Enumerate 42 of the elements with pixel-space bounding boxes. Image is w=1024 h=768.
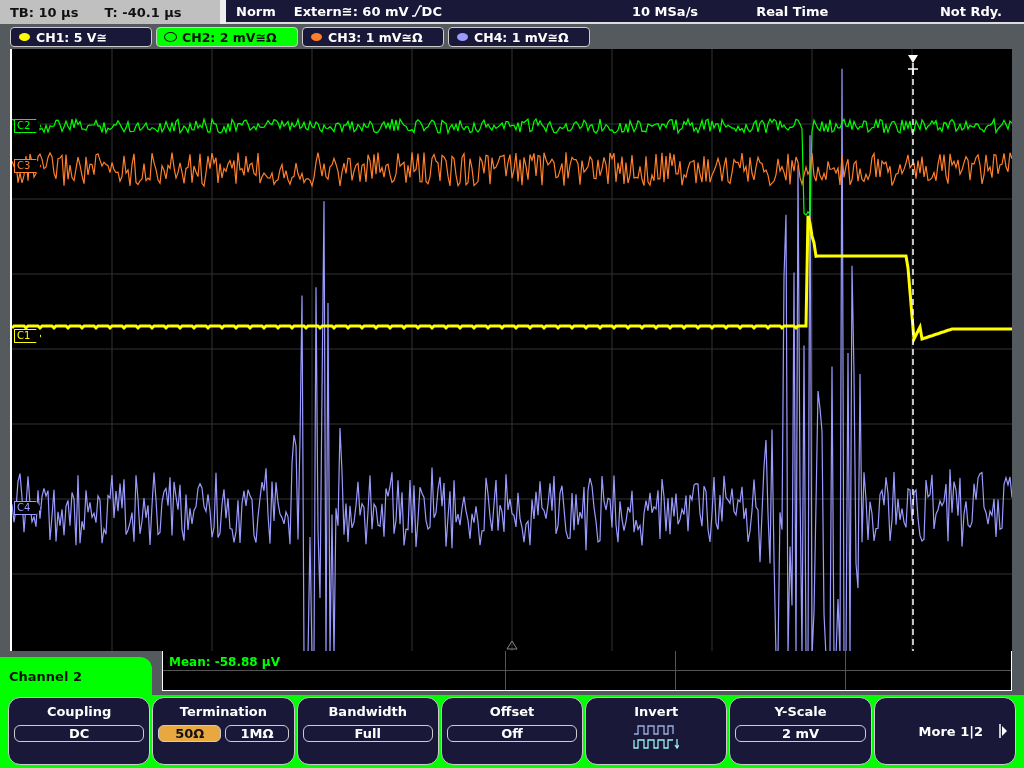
softkey-title: Offset xyxy=(489,704,535,719)
rising-edge-icon xyxy=(411,5,422,17)
channel-marker[interactable]: C4 xyxy=(14,501,42,515)
softkey-title: Coupling xyxy=(46,704,112,719)
channel-tab[interactable]: CH2: 2 mV≅Ω xyxy=(156,27,298,47)
option-button[interactable]: 1MΩ xyxy=(225,725,289,742)
value-button[interactable]: 2 mV xyxy=(735,725,866,742)
channel-tab[interactable]: CH4: 1 mV≅Ω xyxy=(448,27,590,47)
softkey[interactable]: Bandwidth Full xyxy=(296,697,439,765)
trigger-coupling-text: DC xyxy=(421,3,442,19)
menu-title: Channel 2 xyxy=(0,657,152,695)
softkey-title: Invert xyxy=(634,704,679,719)
trigger-source-text: Extern≅: 60 mV xyxy=(293,3,409,19)
trigger-mode-text: Norm xyxy=(236,3,276,19)
softkey[interactable]: Coupling DC xyxy=(8,697,151,765)
trigger-time-text: T: -40.1 µs xyxy=(104,4,182,20)
value-button[interactable]: Off xyxy=(446,725,578,742)
timebase-text: TB: 10 µs xyxy=(10,4,79,20)
acquisition-text: Real Time xyxy=(756,3,829,19)
softkey[interactable]: Offset Off xyxy=(440,697,584,765)
sample-rate-text: 10 MSa/s xyxy=(631,3,699,19)
square-wave-icon xyxy=(633,725,680,751)
softkey[interactable]: More 1|2 xyxy=(873,697,1016,765)
value-button[interactable]: DC xyxy=(14,725,145,742)
softkey-title: Termination xyxy=(179,704,268,719)
option-button[interactable]: 50Ω xyxy=(158,725,222,742)
ground-marker xyxy=(506,640,518,650)
channel-marker[interactable]: C3 xyxy=(14,159,42,173)
trigger-position-marker[interactable] xyxy=(907,55,919,76)
softkey-title: Y-Scale xyxy=(774,704,827,719)
channel-tab[interactable]: CH3: 1 mV≅Ω xyxy=(302,27,444,47)
softkey-title: Bandwidth xyxy=(328,704,407,719)
softkey[interactable]: Invert xyxy=(585,697,728,765)
arrow-right-icon xyxy=(999,724,1007,738)
measurement-text: Mean: -58.88 µV xyxy=(168,655,280,669)
channel-marker[interactable]: C1 xyxy=(14,329,42,343)
value-button[interactable]: Full xyxy=(302,725,433,742)
channel-tab[interactable]: CH1: 5 V≅ xyxy=(10,27,152,47)
channel-marker[interactable]: C2 xyxy=(14,119,42,133)
softkey[interactable]: Termination 50Ω 1MΩ xyxy=(152,697,295,765)
status-text: Not Rdy. xyxy=(939,3,1002,19)
softkey[interactable]: Y-Scale 2 mV xyxy=(729,697,872,765)
